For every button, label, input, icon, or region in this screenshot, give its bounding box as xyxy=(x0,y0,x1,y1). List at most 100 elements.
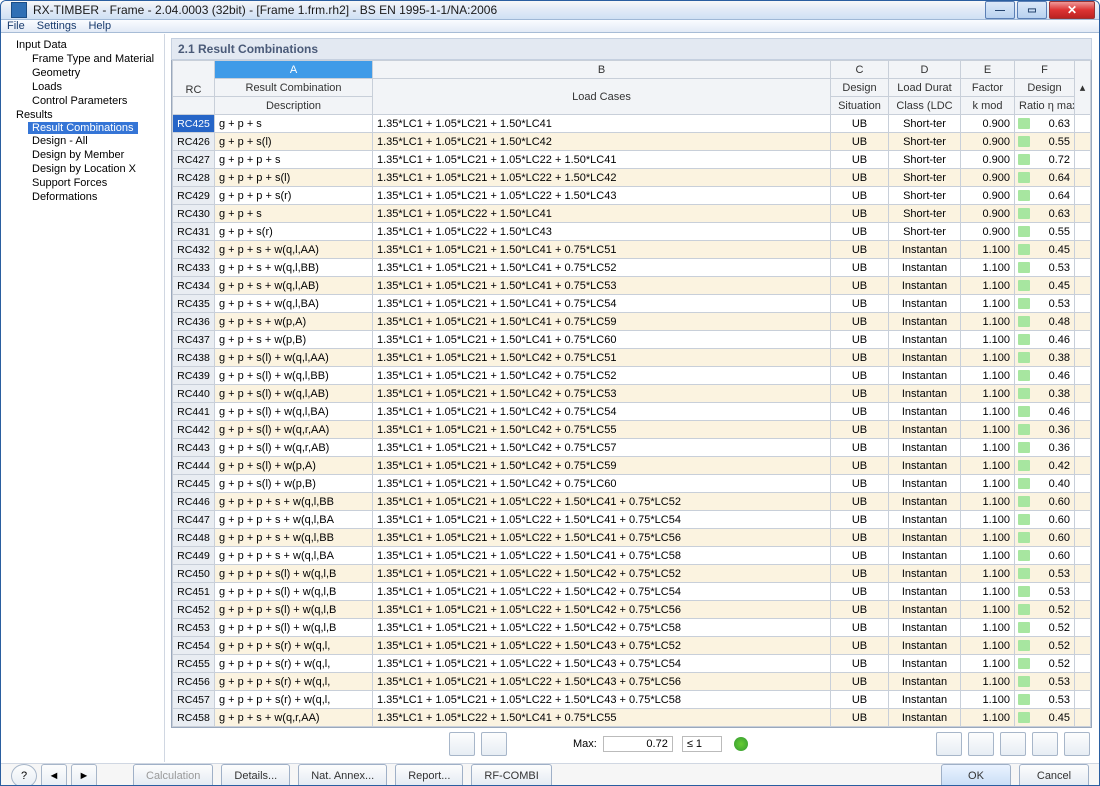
cell-desc[interactable]: g + p + s + w(q,l,BA) xyxy=(215,295,373,313)
cell-ratio[interactable]: 0.63 xyxy=(1015,205,1075,223)
tool-icon-5[interactable] xyxy=(1000,732,1026,756)
cell-design-situation[interactable]: UB xyxy=(831,169,889,187)
cell-ldc[interactable]: Instantan xyxy=(889,565,961,583)
cell-rc[interactable]: RC451 xyxy=(173,583,215,601)
table-row[interactable]: RC453g + p + p + s(l) + w(q,l,B1.35*LC1 … xyxy=(173,619,1091,637)
cell-desc[interactable]: g + p + s + w(p,A) xyxy=(215,313,373,331)
cell-loadcases[interactable]: 1.35*LC1 + 1.05*LC21 + 1.05*LC22 + 1.50*… xyxy=(373,151,831,169)
report-button[interactable]: Report... xyxy=(395,764,463,786)
details-button[interactable]: Details... xyxy=(221,764,290,786)
cell-design-situation[interactable]: UB xyxy=(831,655,889,673)
table-row[interactable]: RC435g + p + s + w(q,l,BA)1.35*LC1 + 1.0… xyxy=(173,295,1091,313)
cell-design-situation[interactable]: UB xyxy=(831,457,889,475)
cell-desc[interactable]: g + p + s + w(p,B) xyxy=(215,331,373,349)
cell-loadcases[interactable]: 1.35*LC1 + 1.05*LC21 + 1.05*LC22 + 1.50*… xyxy=(373,511,831,529)
cell-desc[interactable]: g + p + p + s(l) + w(q,l,B xyxy=(215,601,373,619)
cell-desc[interactable]: g + p + s(l) xyxy=(215,133,373,151)
cell-desc[interactable]: g + p + s + w(q,l,AA) xyxy=(215,241,373,259)
cell-kmod[interactable]: 0.900 xyxy=(961,133,1015,151)
cell-ratio[interactable]: 0.52 xyxy=(1015,601,1075,619)
table-row[interactable]: RC441g + p + s(l) + w(q,l,BA)1.35*LC1 + … xyxy=(173,403,1091,421)
scroll-gutter[interactable] xyxy=(1075,457,1091,475)
table-row[interactable]: RC454g + p + p + s(r) + w(q,l,1.35*LC1 +… xyxy=(173,637,1091,655)
cell-ratio[interactable]: 0.53 xyxy=(1015,583,1075,601)
cell-ldc[interactable]: Instantan xyxy=(889,511,961,529)
cell-design-situation[interactable]: UB xyxy=(831,205,889,223)
cell-desc[interactable]: g + p + s(r) xyxy=(215,223,373,241)
cell-desc[interactable]: g + p + p + s(r) + w(q,l, xyxy=(215,691,373,709)
scroll-gutter[interactable] xyxy=(1075,439,1091,457)
cell-ratio[interactable]: 0.53 xyxy=(1015,259,1075,277)
cell-ldc[interactable]: Short-ter xyxy=(889,115,961,133)
cell-loadcases[interactable]: 1.35*LC1 + 1.05*LC22 + 1.50*LC41 + 0.75*… xyxy=(373,709,831,727)
cell-rc[interactable]: RC450 xyxy=(173,565,215,583)
cell-kmod[interactable]: 1.100 xyxy=(961,637,1015,655)
table-row[interactable]: RC433g + p + s + w(q,l,BB)1.35*LC1 + 1.0… xyxy=(173,259,1091,277)
cancel-button[interactable]: Cancel xyxy=(1019,764,1089,786)
table-row[interactable]: RC431g + p + s(r)1.35*LC1 + 1.05*LC22 + … xyxy=(173,223,1091,241)
cell-design-situation[interactable]: UB xyxy=(831,151,889,169)
cell-design-situation[interactable]: UB xyxy=(831,493,889,511)
cell-rc[interactable]: RC452 xyxy=(173,601,215,619)
cell-kmod[interactable]: 1.100 xyxy=(961,673,1015,691)
cell-kmod[interactable]: 1.100 xyxy=(961,583,1015,601)
table-row[interactable]: RC430g + p + s1.35*LC1 + 1.05*LC22 + 1.5… xyxy=(173,205,1091,223)
cell-design-situation[interactable]: UB xyxy=(831,403,889,421)
cell-rc[interactable]: RC438 xyxy=(173,349,215,367)
cell-kmod[interactable]: 0.900 xyxy=(961,151,1015,169)
cell-desc[interactable]: g + p + p + s(r) + w(q,l, xyxy=(215,655,373,673)
cell-rc[interactable]: RC425 xyxy=(173,115,215,133)
tree-item[interactable]: Design - All xyxy=(2,134,164,148)
cell-kmod[interactable]: 1.100 xyxy=(961,493,1015,511)
cell-ratio[interactable]: 0.45 xyxy=(1015,277,1075,295)
cell-loadcases[interactable]: 1.35*LC1 + 1.05*LC21 + 1.50*LC42 + 0.75*… xyxy=(373,421,831,439)
scroll-gutter[interactable] xyxy=(1075,493,1091,511)
cell-ldc[interactable]: Instantan xyxy=(889,277,961,295)
colgroup-b[interactable]: B xyxy=(373,61,831,79)
table-row[interactable]: RC440g + p + s(l) + w(q,l,AB)1.35*LC1 + … xyxy=(173,385,1091,403)
colgroup-d[interactable]: D xyxy=(889,61,961,79)
scroll-gutter[interactable] xyxy=(1075,403,1091,421)
cell-loadcases[interactable]: 1.35*LC1 + 1.05*LC21 + 1.05*LC22 + 1.50*… xyxy=(373,583,831,601)
cell-ldc[interactable]: Short-ter xyxy=(889,187,961,205)
table-row[interactable]: RC451g + p + p + s(l) + w(q,l,B1.35*LC1 … xyxy=(173,583,1091,601)
cell-desc[interactable]: g + p + s + w(q,l,BB) xyxy=(215,259,373,277)
cell-rc[interactable]: RC428 xyxy=(173,169,215,187)
cell-rc[interactable]: RC426 xyxy=(173,133,215,151)
cell-desc[interactable]: g + p + s + w(q,l,AB) xyxy=(215,277,373,295)
minimize-button[interactable]: — xyxy=(985,1,1015,19)
cell-ratio[interactable]: 0.60 xyxy=(1015,493,1075,511)
table-row[interactable]: RC425g + p + s1.35*LC1 + 1.05*LC21 + 1.5… xyxy=(173,115,1091,133)
cell-desc[interactable]: g + p + p + s(r) + w(q,l, xyxy=(215,673,373,691)
cell-desc[interactable]: g + p + s(l) + w(p,B) xyxy=(215,475,373,493)
cell-rc[interactable]: RC436 xyxy=(173,313,215,331)
cell-design-situation[interactable]: UB xyxy=(831,259,889,277)
cell-design-situation[interactable]: UB xyxy=(831,241,889,259)
cell-desc[interactable]: g + p + p + s + w(q,l,BB xyxy=(215,493,373,511)
cell-design-situation[interactable]: UB xyxy=(831,313,889,331)
cell-ratio[interactable]: 0.46 xyxy=(1015,367,1075,385)
cell-kmod[interactable]: 1.100 xyxy=(961,511,1015,529)
cell-loadcases[interactable]: 1.35*LC1 + 1.05*LC21 + 1.50*LC42 + 0.75*… xyxy=(373,439,831,457)
table-row[interactable]: RC446g + p + p + s + w(q,l,BB1.35*LC1 + … xyxy=(173,493,1091,511)
table-row[interactable]: RC444g + p + s(l) + w(p,A)1.35*LC1 + 1.0… xyxy=(173,457,1091,475)
table-row[interactable]: RC455g + p + p + s(r) + w(q,l,1.35*LC1 +… xyxy=(173,655,1091,673)
cell-kmod[interactable]: 0.900 xyxy=(961,187,1015,205)
cell-ldc[interactable]: Short-ter xyxy=(889,223,961,241)
cell-kmod[interactable]: 1.100 xyxy=(961,565,1015,583)
cell-design-situation[interactable]: UB xyxy=(831,439,889,457)
cell-ldc[interactable]: Short-ter xyxy=(889,133,961,151)
cell-kmod[interactable]: 1.100 xyxy=(961,403,1015,421)
cell-rc[interactable]: RC457 xyxy=(173,691,215,709)
cell-loadcases[interactable]: 1.35*LC1 + 1.05*LC21 + 1.05*LC22 + 1.50*… xyxy=(373,619,831,637)
cell-rc[interactable]: RC453 xyxy=(173,619,215,637)
col-desc[interactable]: Result Combination xyxy=(215,79,373,97)
scroll-gutter[interactable] xyxy=(1075,601,1091,619)
cell-rc[interactable]: RC434 xyxy=(173,277,215,295)
tree-item[interactable]: Frame Type and Material xyxy=(2,52,164,66)
cell-design-situation[interactable]: UB xyxy=(831,187,889,205)
cell-rc[interactable]: RC427 xyxy=(173,151,215,169)
cell-ratio[interactable]: 0.46 xyxy=(1015,331,1075,349)
cell-kmod[interactable]: 1.100 xyxy=(961,457,1015,475)
table-row[interactable]: RC458g + p + s + w(q,r,AA)1.35*LC1 + 1.0… xyxy=(173,709,1091,727)
